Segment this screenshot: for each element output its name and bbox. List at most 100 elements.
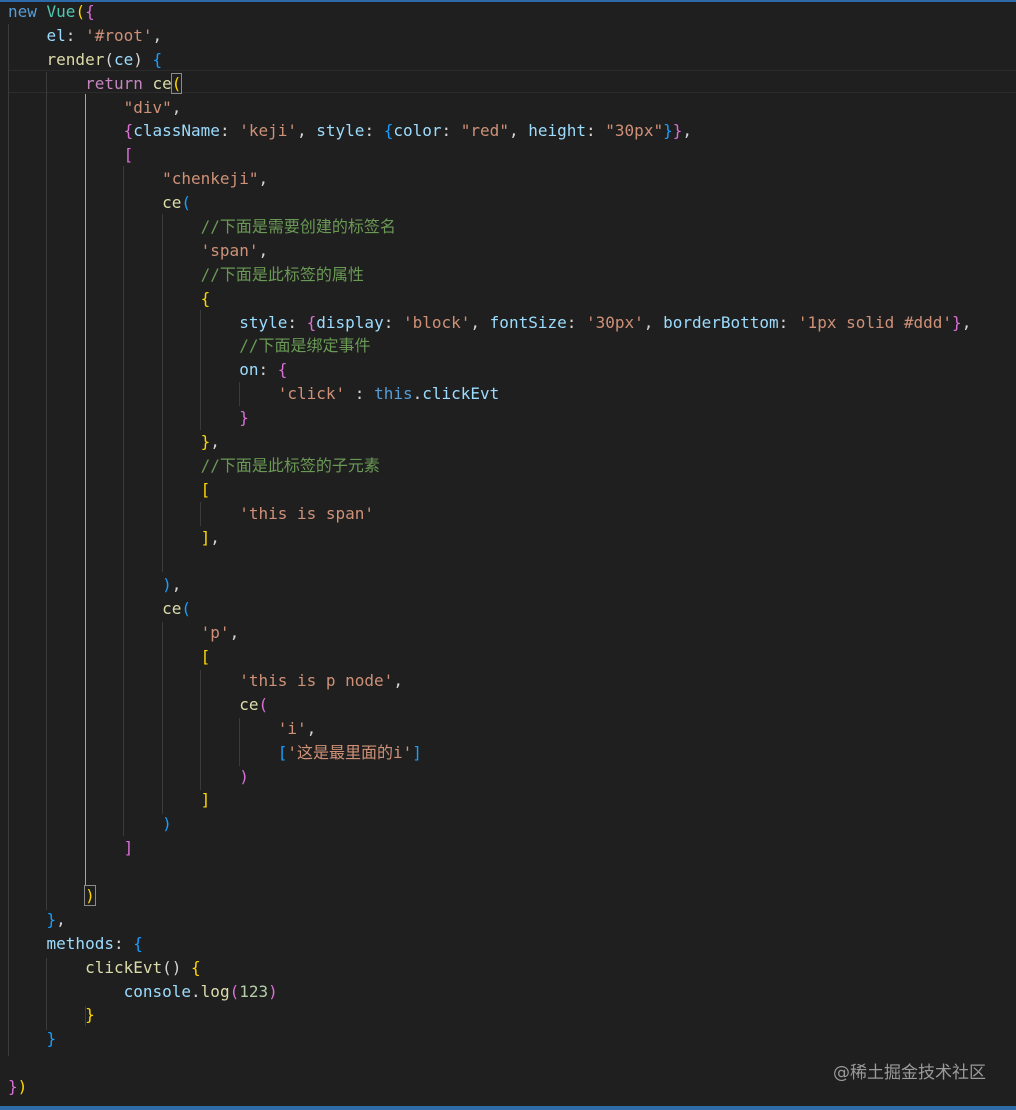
code-line[interactable]: ce( [8, 693, 971, 717]
code-line[interactable]: on: { [8, 358, 971, 382]
code-line[interactable]: //下面是此标签的子元素 [8, 454, 971, 478]
code-token: : [441, 121, 461, 141]
code-line[interactable]: ], [8, 526, 971, 550]
code-line[interactable]: ['这是最里面的i'] [8, 741, 971, 765]
code-line[interactable]: el: '#root', [8, 24, 971, 48]
code-token: ce [113, 49, 134, 69]
code-line[interactable]: ce( [8, 597, 971, 621]
code-token: : [364, 121, 384, 141]
code-line[interactable]: }) [8, 1075, 971, 1099]
code-line[interactable]: {className: 'keji', style: {color: "red"… [8, 119, 971, 143]
code-line[interactable]: 'span', [8, 239, 971, 263]
code-token: : [65, 25, 86, 45]
code-token: { [85, 2, 95, 21]
code-token: , [393, 670, 403, 690]
code-line[interactable]: "chenkeji", [8, 167, 971, 191]
code-line[interactable]: ) [8, 812, 971, 836]
code-token: . [191, 981, 201, 1001]
code-token: height [528, 121, 587, 141]
code-line[interactable]: clickEvt() { [8, 956, 971, 980]
code-text[interactable]: new Vue({ el: '#root', render(ce) { retu… [8, 0, 971, 1099]
code-token: : [219, 121, 240, 141]
code-token: : [113, 933, 134, 953]
code-line[interactable]: ) [8, 884, 971, 908]
code-line[interactable]: ] [8, 788, 971, 812]
code-token: ) [239, 766, 249, 786]
code-token: clickEvt [85, 957, 163, 977]
code-token: , [171, 97, 182, 117]
code-token: ) [162, 575, 172, 595]
code-line[interactable]: //下面是绑定事件 [8, 334, 971, 358]
code-token: , [258, 240, 269, 260]
code-token: ] [412, 742, 422, 762]
code-line[interactable] [8, 860, 971, 884]
code-token: : [287, 312, 307, 332]
code-line[interactable]: new Vue({ [8, 0, 971, 24]
code-line[interactable] [8, 1051, 971, 1075]
code-line[interactable]: 'this is p node', [8, 669, 971, 693]
code-line[interactable]: ] [8, 836, 971, 860]
code-line[interactable]: "div", [8, 96, 971, 120]
code-token: 'i' [277, 718, 307, 738]
code-editor[interactable]: new Vue({ el: '#root', render(ce) { retu… [0, 0, 1016, 1110]
code-line[interactable]: ), [8, 573, 971, 597]
code-token: ( [104, 49, 114, 69]
code-line[interactable]: } [8, 406, 971, 430]
code-token: ] [200, 527, 211, 547]
code-line[interactable]: console.log(123) [8, 980, 971, 1004]
code-line[interactable]: { [8, 287, 971, 311]
code-line[interactable]: ) [8, 765, 971, 789]
code-token: color [393, 121, 442, 141]
code-token: , [470, 312, 490, 332]
code-line[interactable]: //下面是需要创建的标签名 [8, 215, 971, 239]
code-token: { [200, 288, 211, 308]
code-token: [ [200, 647, 211, 667]
code-line[interactable]: [ [8, 143, 971, 167]
code-line[interactable]: 'this is span' [8, 502, 971, 526]
code-token: this [374, 384, 413, 404]
code-token: //下面是此标签的子元素 [200, 455, 380, 475]
code-line[interactable] [8, 549, 971, 573]
code-token: '1px solid #ddd' [797, 312, 953, 332]
code-token: ] [123, 838, 134, 858]
code-line[interactable]: 'i', [8, 717, 971, 741]
code-line[interactable]: }, [8, 430, 971, 454]
code-token: { [123, 121, 134, 141]
code-line[interactable]: [ [8, 645, 971, 669]
code-token: el [46, 25, 66, 45]
code-token: '这是最里面的i' [287, 742, 413, 762]
code-line[interactable]: } [8, 1027, 971, 1051]
code-line[interactable]: return ce( [8, 72, 971, 96]
code-line[interactable]: 'click' : this.clickEvt [8, 382, 971, 406]
code-line[interactable]: ce( [8, 191, 971, 215]
code-token: fontSize [489, 312, 567, 332]
code-token: [ [123, 145, 134, 165]
code-line[interactable]: style: {display: 'block', fontSize: '30p… [8, 311, 971, 335]
code-token: { [152, 49, 163, 69]
code-line[interactable]: render(ce) { [8, 48, 971, 72]
code-line[interactable]: 'p', [8, 621, 971, 645]
code-token: ( [258, 694, 269, 714]
code-token: render [46, 49, 105, 69]
code-token: 'this is span' [239, 503, 375, 523]
code-token: } [672, 121, 683, 141]
code-line[interactable]: //下面是此标签的属性 [8, 263, 971, 287]
code-token: ) [162, 814, 172, 834]
code-line[interactable]: methods: { [8, 932, 971, 956]
code-line[interactable]: [ [8, 478, 971, 502]
code-token: } [952, 312, 962, 332]
code-line[interactable]: }, [8, 908, 971, 932]
code-line[interactable]: } [8, 1003, 971, 1027]
